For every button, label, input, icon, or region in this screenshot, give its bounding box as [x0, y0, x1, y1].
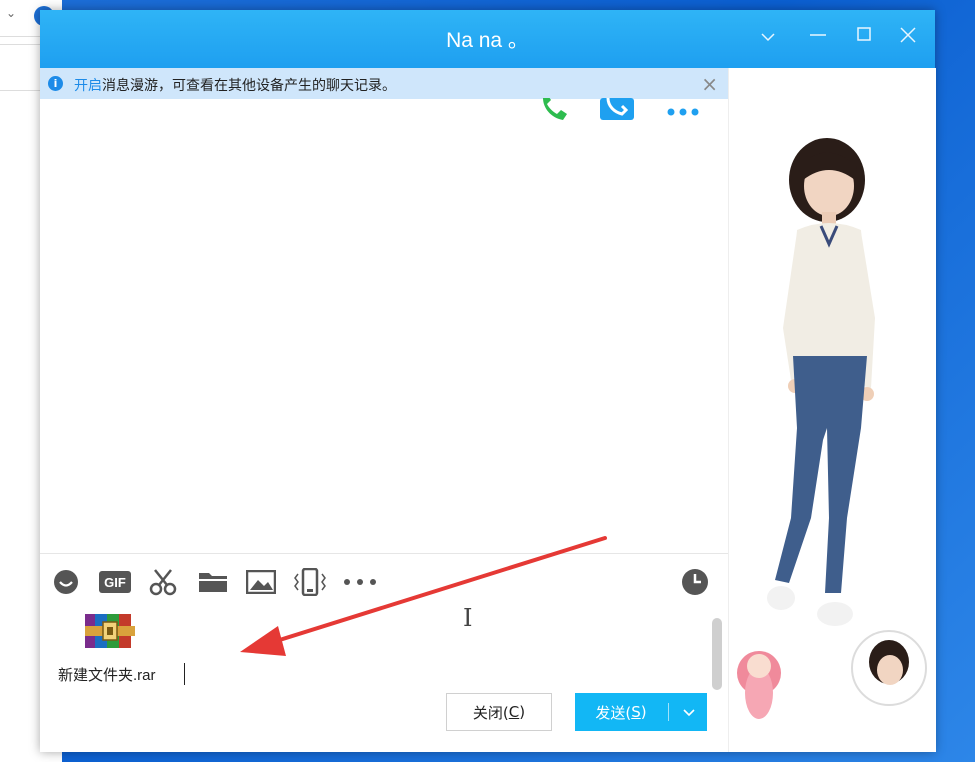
- message-history-area[interactable]: [40, 99, 728, 553]
- maximize-icon[interactable]: [852, 26, 876, 47]
- video-call-icon[interactable]: [600, 98, 636, 124]
- send-options-dropdown[interactable]: [671, 693, 707, 731]
- history-icon[interactable]: [680, 568, 710, 596]
- send-button-separator: [668, 703, 669, 721]
- emoji-icon[interactable]: [52, 568, 80, 596]
- send-button-shortcut: S: [631, 703, 641, 721]
- ibeam-cursor-icon: I: [463, 604, 473, 632]
- close-icon[interactable]: ×: [701, 72, 718, 96]
- rar-archive-icon[interactable]: [85, 610, 137, 652]
- avatar-figure-image: [737, 138, 927, 719]
- screen-shake-icon[interactable]: [292, 568, 328, 596]
- close-button-shortcut: C: [508, 703, 520, 721]
- close-button-label: 关闭(: [472, 703, 509, 722]
- gif-label: GIF: [104, 575, 126, 590]
- chevron-down-icon[interactable]: ⌄: [6, 6, 16, 20]
- chevron-down-icon: [683, 708, 695, 716]
- attachment-filename: 新建文件夹.rar: [58, 667, 156, 684]
- input-toolbar: GIF: [40, 568, 728, 598]
- input-divider: [40, 553, 728, 554]
- window-title: Na na 。: [446, 29, 529, 52]
- minimize-icon[interactable]: [806, 26, 830, 47]
- send-button-text: 发送(: [595, 703, 632, 722]
- notice-message: 消息漫游，可查看在其他设备产生的聊天记录。: [102, 78, 396, 94]
- image-icon[interactable]: [246, 568, 276, 596]
- folder-icon[interactable]: [198, 568, 228, 596]
- close-icon[interactable]: [896, 26, 920, 49]
- title-bar[interactable]: Na na 。: [40, 10, 935, 68]
- gif-icon[interactable]: GIF: [98, 568, 132, 596]
- info-icon: i: [48, 76, 63, 91]
- input-scrollbar[interactable]: [712, 618, 722, 690]
- send-button-label[interactable]: 发送(S): [575, 693, 667, 731]
- notice-text: 开启消息漫游，可查看在其他设备产生的聊天记录。: [74, 75, 396, 95]
- chat-window: Na na 。 i 开启消息漫游，可查看在其他设备产生的聊天记录。 × GIF …: [40, 10, 936, 752]
- send-button[interactable]: 发送(S): [575, 693, 707, 731]
- chevron-down-icon[interactable]: [756, 26, 780, 47]
- text-caret: [184, 663, 185, 685]
- avatar-show-panel: [728, 68, 936, 752]
- close-button-label-end: ): [519, 703, 526, 721]
- enable-roaming-link[interactable]: 开启: [74, 78, 102, 94]
- close-button[interactable]: 关闭(C): [446, 693, 552, 731]
- scissors-icon[interactable]: [148, 568, 178, 596]
- roaming-notice-bar: i 开启消息漫游，可查看在其他设备产生的聊天记录。 ×: [40, 68, 728, 99]
- send-button-text-end: ): [640, 703, 647, 721]
- more-icon[interactable]: [342, 568, 378, 596]
- voice-call-icon[interactable]: [537, 98, 571, 124]
- more-options-icon[interactable]: [666, 106, 700, 118]
